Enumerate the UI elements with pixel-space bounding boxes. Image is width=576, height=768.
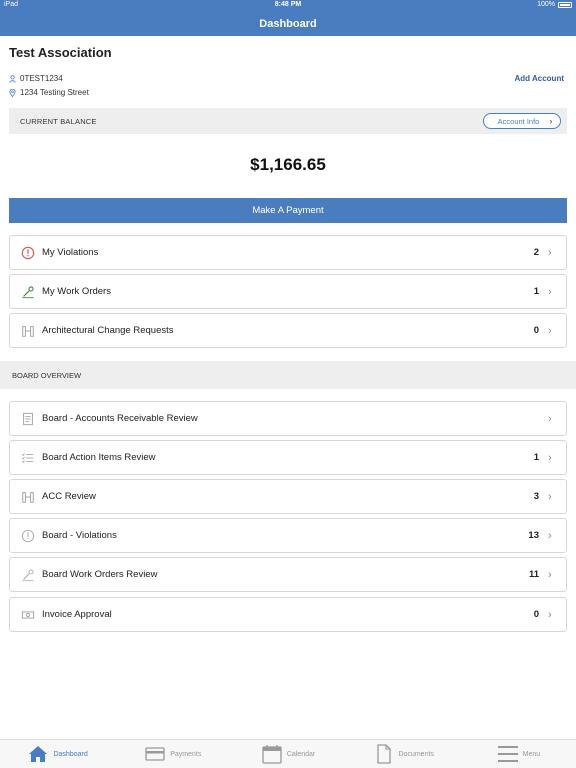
account-name: Test Association [9, 45, 112, 60]
wrench-icon [20, 284, 36, 300]
row-board-action-items[interactable]: Board Action Items Review 1 › [9, 440, 567, 475]
chevron-right-icon: › [548, 324, 552, 337]
tab-label: Documents [398, 750, 434, 758]
chevron-right-icon: › [548, 529, 552, 542]
warning-icon [20, 528, 36, 544]
battery-indicator: 100% [537, 1, 572, 8]
tab-documents[interactable]: Documents [346, 740, 461, 768]
row-count: 1 [533, 452, 539, 463]
tab-label: Dashboard [53, 750, 88, 758]
row-invoice-approval[interactable]: Invoice Approval 0 › [9, 597, 567, 632]
account-id-line: 0TEST1234 [9, 74, 63, 83]
calendar-icon [262, 745, 282, 764]
tab-menu[interactable]: Menu [461, 740, 576, 768]
account-info-button[interactable]: Account Info › [483, 113, 561, 129]
row-count: 11 [528, 569, 539, 580]
location-pin-icon [9, 88, 16, 97]
tab-label: Calendar [286, 750, 316, 758]
make-payment-button[interactable]: Make A Payment [9, 198, 567, 223]
row-board-accounts-receivable[interactable]: Board - Accounts Receivable Review › [9, 401, 567, 436]
person-icon [9, 74, 16, 83]
chevron-right-icon: › [548, 608, 552, 621]
row-label: Board - Accounts Receivable Review [42, 413, 198, 424]
row-count: 0 [533, 325, 539, 336]
chevron-right-icon: › [548, 246, 552, 259]
wrench-icon [20, 567, 36, 583]
battery-icon [558, 1, 572, 8]
row-label: Board Action Items Review [42, 452, 156, 463]
building-icon [20, 489, 36, 505]
money-icon [20, 607, 36, 623]
row-architectural-change-requests[interactable]: Architectural Change Requests 0 › [9, 313, 567, 348]
tab-bar: Dashboard Payments Calendar Documents Me… [0, 739, 576, 768]
add-account-link[interactable]: Add Account [515, 74, 564, 83]
account-id: 0TEST1234 [20, 74, 63, 83]
chevron-right-icon: › [548, 285, 552, 298]
document-icon [20, 411, 36, 427]
account-address: 1234 Testing Street [20, 88, 89, 97]
row-label: Architectural Change Requests [42, 325, 174, 336]
card-icon [145, 747, 165, 761]
status-bar: iPad 8:48 PM 100% [0, 0, 576, 12]
row-my-work-orders[interactable]: My Work Orders 1 › [9, 274, 567, 309]
tab-payments[interactable]: Payments [115, 740, 230, 768]
board-overview-header: BOARD OVERVIEW [0, 361, 576, 389]
checklist-icon [20, 450, 36, 466]
row-count: 1 [533, 286, 539, 297]
battery-percent: 100% [537, 1, 555, 8]
current-balance-label: CURRENT BALANCE [20, 117, 97, 126]
chevron-right-icon: › [549, 116, 553, 126]
row-acc-review[interactable]: ACC Review 3 › [9, 479, 567, 514]
account-info-label: Account Info [497, 116, 540, 126]
tab-calendar[interactable]: Calendar [230, 740, 345, 768]
row-label: Board - Violations [42, 530, 117, 541]
warning-icon [20, 245, 36, 261]
row-label: My Violations [42, 247, 99, 258]
row-count: 3 [533, 491, 539, 502]
row-board-violations[interactable]: Board - Violations 13 › [9, 518, 567, 553]
tab-dashboard[interactable]: Dashboard [0, 740, 115, 768]
row-board-work-orders[interactable]: Board Work Orders Review 11 › [9, 557, 567, 592]
balance-amount: $1,166.65 [250, 155, 326, 174]
clock: 8:48 PM [274, 1, 302, 8]
row-count: 2 [533, 247, 539, 258]
row-count: 13 [528, 530, 539, 541]
row-label: My Work Orders [42, 286, 111, 297]
row-label: ACC Review [42, 491, 96, 502]
nav-title: Dashboard [0, 12, 576, 36]
document-icon [376, 744, 391, 764]
chevron-right-icon: › [548, 568, 552, 581]
account-address-line: 1234 Testing Street [9, 88, 89, 97]
chevron-right-icon: › [548, 490, 552, 503]
menu-icon [497, 746, 518, 762]
section-label: BOARD OVERVIEW [12, 371, 82, 380]
tab-label: Payments [170, 750, 202, 758]
row-count: 0 [533, 609, 539, 620]
current-balance-bar: CURRENT BALANCE Account Info › [9, 108, 567, 134]
row-my-violations[interactable]: My Violations 2 › [9, 235, 567, 270]
row-label: Board Work Orders Review [42, 569, 158, 580]
building-icon [20, 323, 36, 339]
home-icon [29, 746, 48, 762]
tab-label: Menu [522, 750, 541, 758]
row-label: Invoice Approval [42, 609, 112, 620]
chevron-right-icon: › [548, 412, 552, 425]
chevron-right-icon: › [548, 451, 552, 464]
